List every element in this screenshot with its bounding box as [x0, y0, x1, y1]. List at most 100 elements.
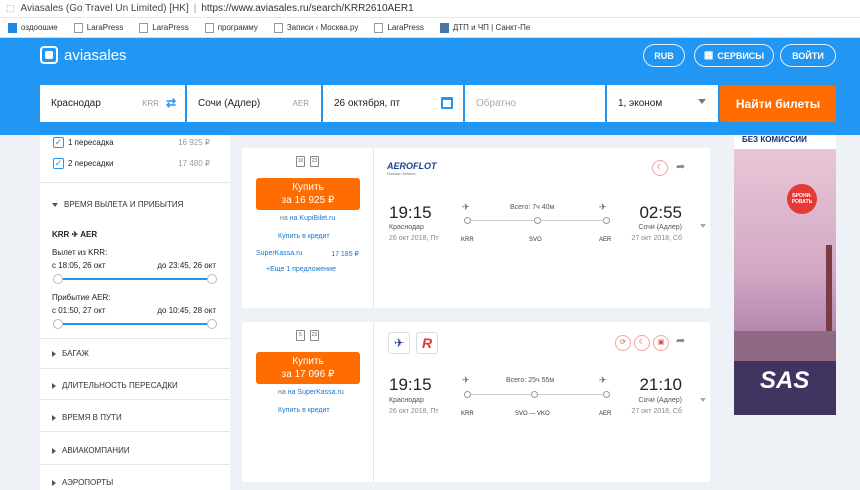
stops-2-label: 2 пересадки	[68, 159, 114, 168]
url-text[interactable]: https://www.aviasales.ru/search/KRR2610A…	[201, 3, 413, 14]
slider-handle[interactable]	[53, 319, 63, 329]
airlines-filter[interactable]: АВИАКОМПАНИИ	[52, 446, 130, 455]
rossiya-logo-icon: R	[416, 332, 438, 354]
site-name: Aviasales (Go Travel Un Limited) [HK]	[20, 3, 189, 14]
airport-from: KRR	[461, 411, 474, 417]
arrival-from: с 01:50, 27 окт	[52, 306, 106, 315]
buy-button[interactable]: Купить за 16 925 ₽	[256, 178, 360, 210]
passengers-select[interactable]: 1, эконом	[607, 85, 718, 122]
airport-from: KRR	[461, 237, 474, 243]
origin-field[interactable]: Краснодар KRR	[40, 85, 185, 122]
bookmark-item[interactable]: программу	[204, 22, 258, 33]
landing-icon: ✈	[599, 375, 607, 385]
plane-icon: ✈	[71, 230, 81, 239]
vk-icon	[439, 22, 449, 33]
church-spire	[826, 245, 832, 345]
departure-time: 19:15	[389, 203, 432, 222]
departure-from: с 18:05, 26 окт	[52, 261, 106, 270]
share-icon[interactable]: ➦	[676, 160, 685, 173]
slider-handle[interactable]	[207, 274, 217, 284]
page-info-icon[interactable]: ⬚	[6, 3, 15, 14]
bookmark-item[interactable]: оздоошие	[8, 22, 58, 33]
night-flight-icon: ☾	[634, 335, 650, 351]
search-form: Краснодар KRR Сочи (Адлер) AER 26 октябр…	[40, 85, 720, 122]
airport-transfer: SVO — VKO	[515, 411, 550, 417]
departure-date: 26 окт 2018, Пт	[389, 235, 439, 242]
more-offers-link[interactable]: +Еще 1 предложение	[266, 266, 336, 273]
caret-right-icon	[52, 447, 56, 454]
slider-handle[interactable]	[53, 274, 63, 284]
route-line	[464, 391, 610, 398]
departure-time: 19:15	[389, 375, 432, 394]
stops-2-checkbox[interactable]: ✓	[53, 158, 64, 169]
alt-agency-link[interactable]: SuperKassa.ru	[256, 250, 302, 257]
bookmark-item[interactable]: Записи ‹ Москва.ру	[273, 22, 358, 33]
credit-link[interactable]: Купить в кредит	[278, 407, 330, 414]
ticket-card[interactable]: 10 23 Купить за 16 925 ₽ на на KupiBilet…	[242, 148, 710, 308]
bookmark-item[interactable]: LaraPress	[73, 22, 123, 33]
layover-duration-filter[interactable]: ДЛИТЕЛЬНОСТЬ ПЕРЕСАДКИ	[52, 381, 178, 390]
page-icon	[139, 22, 149, 33]
calendar-icon	[441, 97, 453, 109]
logo-icon	[40, 46, 58, 64]
expand-icon[interactable]	[700, 398, 706, 402]
caret-right-icon	[52, 382, 56, 389]
slider-handle[interactable]	[207, 319, 217, 329]
agency-label: на на SuperKassa.ru	[278, 389, 344, 396]
airport-transfer: SVO	[529, 237, 542, 243]
bookmark-item[interactable]: LaraPress	[374, 22, 424, 33]
login-button[interactable]: ВОЙТИ	[780, 44, 836, 67]
find-tickets-button[interactable]: Найти билеты	[720, 85, 836, 122]
night-flight-icon: ☾	[652, 160, 668, 176]
credit-link[interactable]: Купить в кредит	[278, 233, 330, 240]
bookmark-item[interactable]: LaraPress	[139, 22, 189, 33]
airports-filter[interactable]: АЭРОПОРТЫ	[52, 478, 113, 487]
address-bar[interactable]: ⬚ Aviasales (Go Travel Un Limited) [HK] …	[0, 0, 860, 18]
bookmark-item[interactable]: ДТП и ЧП | Санкт-Пе	[439, 22, 530, 33]
arrival-date: 27 окт 2018, Сб	[631, 408, 682, 415]
arrival-city: Сочи (Адлер)	[638, 397, 682, 404]
expand-icon[interactable]	[700, 224, 706, 228]
baggage-filter[interactable]: БАГАЖ	[52, 349, 89, 358]
return-date-field[interactable]: Обратно	[465, 85, 605, 122]
arrival-title: Прибытие AER:	[52, 293, 111, 302]
share-icon[interactable]: ➦	[676, 334, 685, 347]
arrival-city: Сочи (Адлер)	[638, 224, 682, 231]
ticket-price-column: 5 23 Купить за 17 096 ₽ на на SuperKassa…	[242, 322, 374, 482]
baggage-icon: 23	[310, 156, 319, 167]
book-badge[interactable]: БРОНИ- РОВАТЬ	[787, 184, 817, 214]
total-duration: Всего: 25ч 55м	[506, 377, 555, 384]
arrival-slider[interactable]	[53, 319, 217, 329]
ticket-card[interactable]: 5 23 Купить за 17 096 ₽ на на SuperKassa…	[242, 322, 710, 482]
ad-banner[interactable]: БЕЗ КОМИССИИ БРОНИ- РОВАТЬ SAS	[734, 135, 836, 415]
page-icon	[273, 22, 283, 33]
departure-city: Краснодар	[389, 397, 424, 404]
filters-sidebar: ✓ 1 пересадка 16 925 ₽ ✓ 2 пересадки 17 …	[40, 135, 230, 490]
services-button[interactable]: ▦ СЕРВИСЫ	[694, 44, 774, 67]
route-line	[464, 217, 610, 224]
sas-logo: SAS	[760, 367, 810, 394]
stops-1-price: 16 925 ₽	[178, 138, 210, 147]
airport-to: AER	[599, 411, 612, 417]
stops-1-checkbox[interactable]: ✓	[53, 137, 64, 148]
departure-to: до 23:45, 26 окт	[157, 261, 216, 270]
page-icon	[204, 22, 214, 33]
aeroflot-logo: AEROFLOT Russian Airlines	[387, 161, 437, 176]
departure-slider[interactable]	[53, 274, 217, 284]
departure-city: Краснодар	[389, 224, 424, 231]
date-field[interactable]: 26 октября, пт	[323, 85, 463, 122]
logo[interactable]: aviasales	[40, 46, 127, 64]
departure-title: Вылет из KRR:	[52, 248, 108, 257]
alt-agency-price[interactable]: 17 185 ₽	[331, 250, 359, 258]
buy-button[interactable]: Купить за 17 096 ₽	[256, 352, 360, 384]
page-icon	[374, 22, 384, 33]
travel-time-filter[interactable]: ВРЕМЯ В ПУТИ	[52, 413, 122, 422]
hand-luggage-icon: 10	[296, 156, 305, 167]
swap-icon[interactable]: ⇄	[166, 96, 176, 110]
airport-to: AER	[599, 237, 612, 243]
caret-right-icon	[52, 414, 56, 421]
airport-change-icon: ⟳	[615, 335, 631, 351]
destination-field[interactable]: Сочи (Адлер) AER	[187, 85, 321, 122]
time-filter-header[interactable]: ВРЕМЯ ВЫЛЕТА И ПРИБЫТИЯ	[52, 200, 183, 209]
currency-button[interactable]: RUB	[643, 44, 685, 67]
